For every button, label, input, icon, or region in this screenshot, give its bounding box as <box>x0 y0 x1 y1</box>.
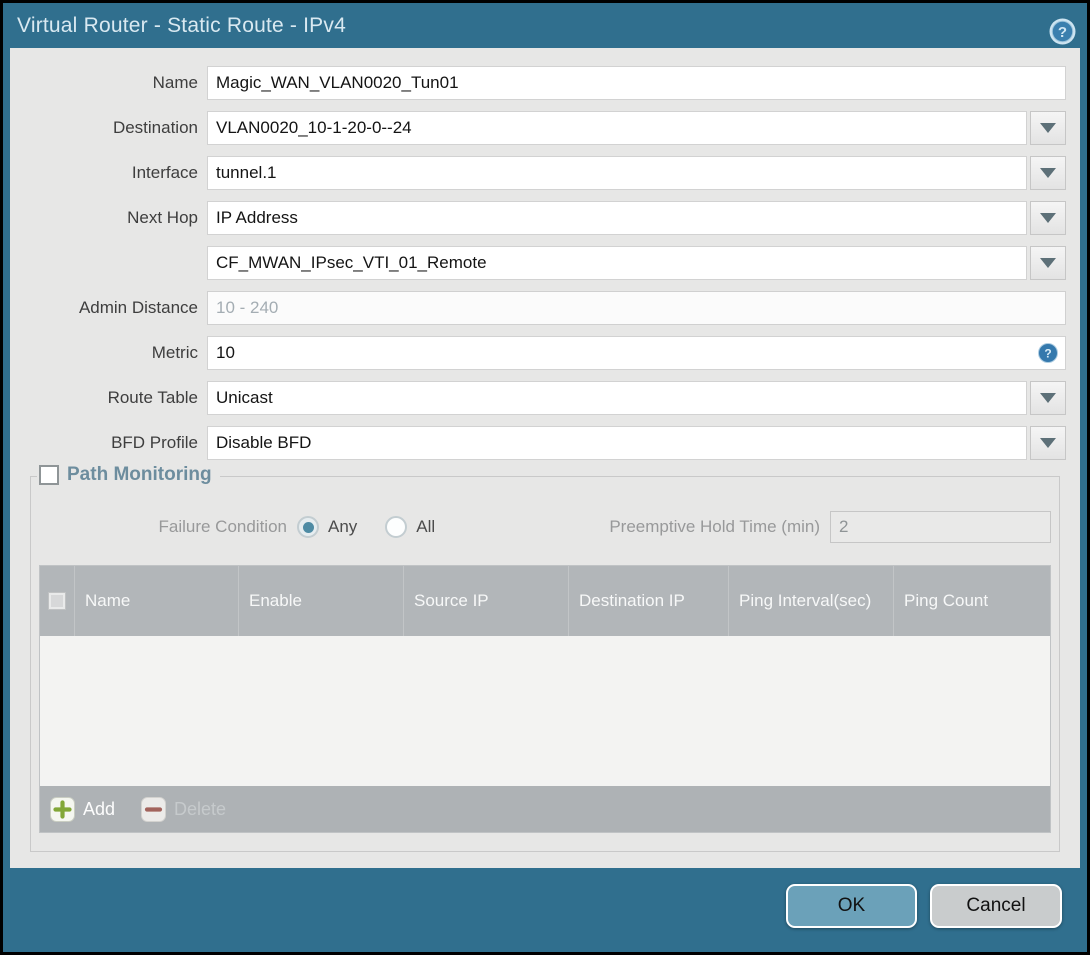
form-row-destination: Destination <box>10 111 1066 145</box>
delete-button[interactable]: Delete <box>141 796 227 822</box>
bfd-profile-label: BFD Profile <box>111 433 198 452</box>
option-all-label: All <box>416 517 436 536</box>
interface-dropdown-button[interactable] <box>1030 156 1066 190</box>
plus-icon <box>50 796 75 822</box>
radio-dot <box>302 521 314 533</box>
table-header-checkbox-cell <box>40 566 74 636</box>
next-hop-dropdown-button[interactable] <box>1030 201 1066 235</box>
column-header-source-ip[interactable]: Source IP <box>403 566 568 636</box>
static-route-form: Name Destination Interface <box>10 48 1080 460</box>
chevron-down-icon <box>1040 393 1056 403</box>
svg-text:?: ? <box>1058 24 1067 41</box>
dialog-buttons: OK Cancel <box>786 884 1062 928</box>
destination-label: Destination <box>112 118 198 137</box>
name-input[interactable] <box>207 66 1066 100</box>
form-row-next-hop: Next Hop <box>10 201 1066 235</box>
table-body-empty <box>40 636 1050 786</box>
form-row-metric: Metric ? <box>10 336 1066 370</box>
name-label: Name <box>152 73 198 92</box>
metric-info-icon[interactable]: ? <box>1038 343 1058 363</box>
next-hop-address-dropdown-button[interactable] <box>1030 246 1066 280</box>
metric-label: Metric <box>151 343 198 362</box>
add-button[interactable]: Add <box>50 796 116 822</box>
titlebar: Virtual Router - Static Route - IPv4 <box>3 3 1087 48</box>
dialog-window: Virtual Router - Static Route - IPv4 ? N… <box>3 3 1087 952</box>
path-monitoring-controls: Failure Condition Any All Preemptive Hol… <box>39 511 1051 543</box>
form-row-next-hop-value <box>10 246 1066 280</box>
next-hop-type-input[interactable] <box>207 201 1027 235</box>
route-table-input[interactable] <box>207 381 1027 415</box>
form-row-route-table: Route Table <box>10 381 1066 415</box>
delete-button-label: Delete <box>174 798 227 819</box>
preemptive-hold-time-input[interactable] <box>830 511 1051 543</box>
path-monitoring-checkbox[interactable] <box>39 465 59 485</box>
destination-input[interactable] <box>207 111 1027 145</box>
route-table-label: Route Table <box>107 388 198 407</box>
bfd-profile-dropdown-button[interactable] <box>1030 426 1066 460</box>
table-toolbar: Add Delete <box>40 786 1050 832</box>
column-header-destination-ip[interactable]: Destination IP <box>568 566 728 636</box>
ok-button[interactable]: OK <box>786 884 917 928</box>
next-hop-address-input[interactable] <box>207 246 1027 280</box>
add-button-label: Add <box>83 798 116 819</box>
help-icon[interactable]: ? <box>1049 18 1076 45</box>
svg-text:?: ? <box>1044 347 1051 361</box>
interface-label: Interface <box>131 163 198 182</box>
form-row-bfd-profile: BFD Profile <box>10 426 1066 460</box>
next-hop-label: Next Hop <box>127 208 198 227</box>
failure-condition-option-any[interactable]: Any <box>297 516 357 538</box>
column-header-name[interactable]: Name <box>74 566 238 636</box>
destination-dropdown-button[interactable] <box>1030 111 1066 145</box>
chevron-down-icon <box>1040 438 1056 448</box>
column-header-ping-count[interactable]: Ping Count <box>893 566 1050 636</box>
interface-input[interactable] <box>207 156 1027 190</box>
option-any-label: Any <box>328 517 358 536</box>
dialog-title: Virtual Router - Static Route - IPv4 <box>17 13 346 37</box>
chevron-down-icon <box>1040 168 1056 178</box>
table-header-row: Name Enable Source IP Destination IP Pin… <box>40 566 1050 636</box>
preemptive-hold-time-label: Preemptive Hold Time (min) <box>609 517 820 536</box>
chevron-down-icon <box>1040 213 1056 223</box>
admin-distance-input[interactable] <box>207 291 1066 325</box>
radio-unselected-icon <box>385 516 408 538</box>
cancel-button[interactable]: Cancel <box>930 884 1062 928</box>
route-table-dropdown-button[interactable] <box>1030 381 1066 415</box>
failure-condition-label: Failure Condition <box>158 517 287 536</box>
chevron-down-icon <box>1040 123 1056 133</box>
path-monitoring-section: Path Monitoring Failure Condition Any Al… <box>30 464 1060 852</box>
minus-icon <box>141 796 167 822</box>
form-row-admin-distance: Admin Distance <box>10 291 1066 325</box>
metric-input[interactable] <box>207 336 1066 370</box>
path-monitoring-title: Path Monitoring <box>67 464 212 485</box>
column-header-enable[interactable]: Enable <box>238 566 403 636</box>
column-header-ping-interval[interactable]: Ping Interval(sec) <box>728 566 893 636</box>
dialog-content: Name Destination Interface <box>10 48 1080 868</box>
failure-condition-option-all[interactable]: All <box>385 516 435 538</box>
radio-selected-icon <box>297 516 319 538</box>
select-all-checkbox[interactable] <box>48 592 66 610</box>
admin-distance-label: Admin Distance <box>78 298 198 317</box>
form-row-name: Name <box>10 66 1066 100</box>
chevron-down-icon <box>1040 258 1056 268</box>
path-monitoring-table: Name Enable Source IP Destination IP Pin… <box>39 565 1051 833</box>
form-row-interface: Interface <box>10 156 1066 190</box>
path-monitoring-legend: Path Monitoring <box>37 464 220 486</box>
bfd-profile-input[interactable] <box>207 426 1027 460</box>
